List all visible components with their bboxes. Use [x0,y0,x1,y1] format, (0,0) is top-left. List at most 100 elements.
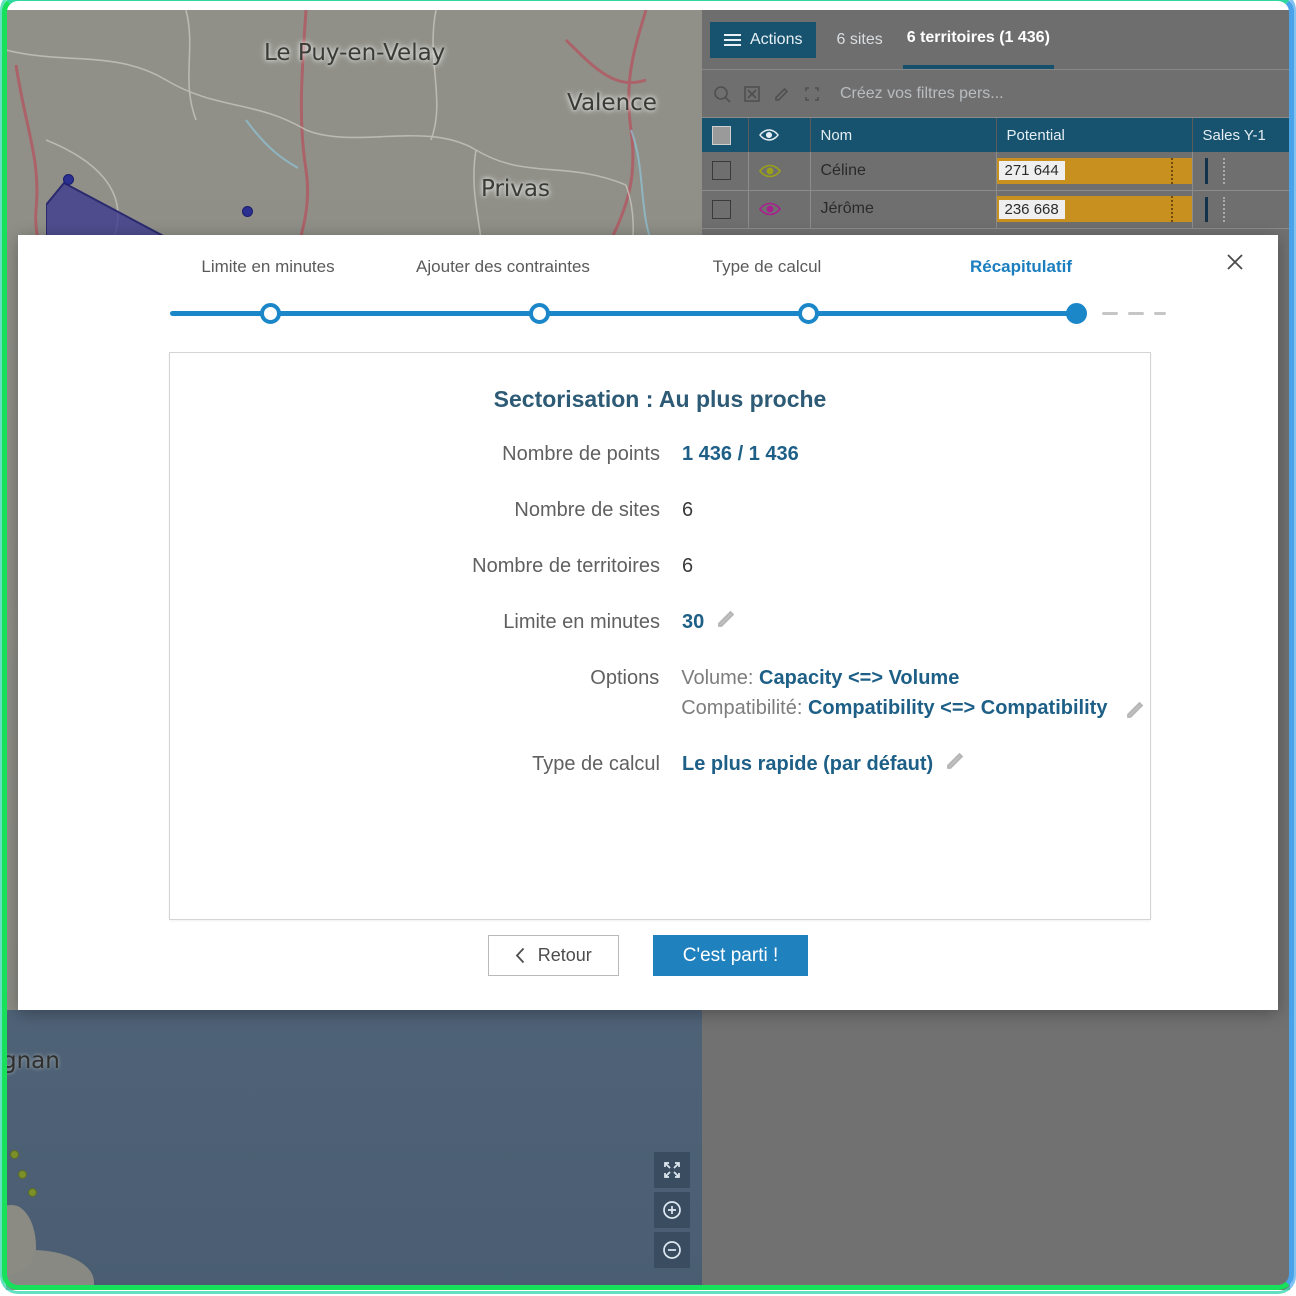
row-select-cell[interactable] [702,190,749,229]
row-checkbox[interactable] [712,161,731,181]
sales-tick-dotted [1222,158,1225,184]
modal-footer: Retour C'est parti ! [18,935,1278,976]
map-label-city: gnan [6,1048,60,1074]
expand-filter-icon[interactable] [802,84,822,104]
row-visibility-cell[interactable] [748,190,811,229]
row-visibility-cell[interactable] [748,152,811,191]
back-button-label: Retour [537,945,592,965]
summary-title: Sectorisation : Au plus proche [493,386,827,412]
step-dash-2 [1128,312,1144,315]
option-line-volume: Volume: Capacity <=> Volume [681,663,1150,693]
row-checkbox[interactable] [712,199,731,219]
select-all-checkbox[interactable] [712,125,731,145]
potential-bar: 236 668 [996,196,1192,222]
summary-value-options: Volume: Capacity <=> Volume Compatibilit… [681,663,1150,723]
summary-label: Nombre de points [502,443,660,465]
table-row[interactable]: Jérôme 236 668 [702,190,1290,229]
actions-button[interactable]: Actions [710,21,817,58]
map-site-node[interactable] [63,174,74,185]
summary-card: Sectorisation : Au plus proche Nombre de… [169,352,1151,920]
step-dash-3 [1154,312,1166,315]
search-filter-icon[interactable] [712,84,732,104]
step-ajouter-des-contraintes[interactable]: Ajouter des contraintes [368,257,638,277]
filter-bar [702,70,1290,118]
edit-pencil-icon[interactable] [1125,698,1147,720]
option-key: Volume: [681,667,754,689]
sales-tick [1204,196,1208,222]
potential-tick [1170,196,1173,222]
header-visibility[interactable] [748,118,811,152]
step-node-3[interactable] [798,303,819,324]
fullscreen-icon[interactable] [654,1152,690,1188]
option-value: Capacity <=> Volume [759,667,960,689]
summary-row-nombre-de-points: Nombre de points 1 436 / 1 436 [360,439,1150,469]
summary-row-nombre-de-territoires: Nombre de territoires 6 [360,551,1150,581]
row-name: Jérôme [820,200,874,217]
step-dash-1 [1102,312,1118,315]
hamburger-icon [724,33,741,46]
summary-rows: Nombre de points 1 436 / 1 436 Nombre de… [170,439,1150,779]
summary-value-group: 30 [682,607,738,637]
step-node-2[interactable] [529,303,550,324]
zoom-out-icon[interactable] [654,1232,690,1268]
header-select-all[interactable] [702,118,749,152]
option-key: Compatibilité: [681,697,803,719]
application-frame: Le Puy-en-Velay Valence Privas gnan Acti… [0,0,1296,1296]
map-point[interactable] [10,1150,19,1159]
summary-value: 30 [682,611,705,633]
step-limite-en-minutes[interactable]: Limite en minutes [168,257,368,277]
back-button[interactable]: Retour [487,935,619,976]
zoom-in-icon[interactable] [654,1192,690,1228]
summary-label: Options [590,667,660,689]
row-select-cell[interactable] [702,152,749,191]
map-water-background [6,1010,702,1290]
filter-input[interactable] [832,84,1290,103]
close-icon[interactable] [1218,245,1252,279]
edit-pencil-icon[interactable] [945,749,967,771]
summary-row-type-de-calcul: Type de calcul Le plus rapide (par défau… [360,749,1150,779]
summary-label: Limite en minutes [503,611,660,633]
header-sales-y1[interactable]: Sales Y-1 [1192,118,1290,152]
sales-tick-dotted [1222,196,1225,222]
summary-label: Nombre de territoires [472,555,660,577]
step-recapitulatif[interactable]: Récapitulatif [896,257,1146,277]
go-button[interactable]: C'est parti ! [652,935,809,976]
map-site-node[interactable] [242,206,253,217]
tab-territoires[interactable]: 6 territoires (1 436) [902,11,1054,69]
map-label-city: Valence [567,90,657,116]
map-controls[interactable] [654,1152,690,1268]
step-node-4[interactable] [1066,303,1087,324]
table-row[interactable]: Céline 271 644 [702,152,1290,191]
summary-value-group: Le plus rapide (par défaut) [682,749,967,779]
header-potential[interactable]: Potential [996,118,1193,152]
step-node-1[interactable] [260,303,281,324]
eye-icon[interactable] [758,201,800,217]
step-type-de-calcul[interactable]: Type de calcul [638,257,896,277]
summary-value: 6 [682,499,694,521]
potential-bar: 271 644 [996,157,1192,184]
sales-tick [1204,158,1208,184]
clear-filter-icon[interactable] [742,84,762,104]
summary-value: Le plus rapide (par défaut) [682,753,934,775]
summary-value: 6 [682,555,694,577]
map-label-city: Le Puy-en-Velay [264,40,446,66]
map-point[interactable] [28,1188,37,1197]
tab-sites[interactable]: 6 sites [832,11,886,69]
sectorisation-wizard-modal: Limite en minutes Ajouter des contrainte… [18,235,1278,1010]
territories-table: Nom Potential Sales Y-1 Céline 271 644 J… [702,118,1290,229]
table-header-row: Nom Potential Sales Y-1 [702,118,1290,152]
header-nom[interactable]: Nom [810,118,997,152]
map-label-city: Privas [481,176,550,202]
edit-pencil-icon[interactable] [716,607,738,629]
actions-button-label: Actions [750,30,803,48]
panel-toolbar: Actions 6 sites 6 territoires (1 436) [702,10,1290,70]
summary-row-nombre-de-sites: Nombre de sites 6 [360,495,1150,525]
wizard-progress-track [170,303,1166,324]
map-point[interactable] [18,1170,27,1179]
wizard-step-labels: Limite en minutes Ajouter des contrainte… [168,257,1148,277]
edit-filter-icon[interactable] [772,84,792,104]
summary-row-limite-en-minutes: Limite en minutes 30 [360,607,1150,637]
summary-row-options: Options Volume: Capacity <=> Volume Comp… [360,663,1150,723]
eye-icon[interactable] [758,163,800,179]
summary-label: Type de calcul [532,753,660,775]
